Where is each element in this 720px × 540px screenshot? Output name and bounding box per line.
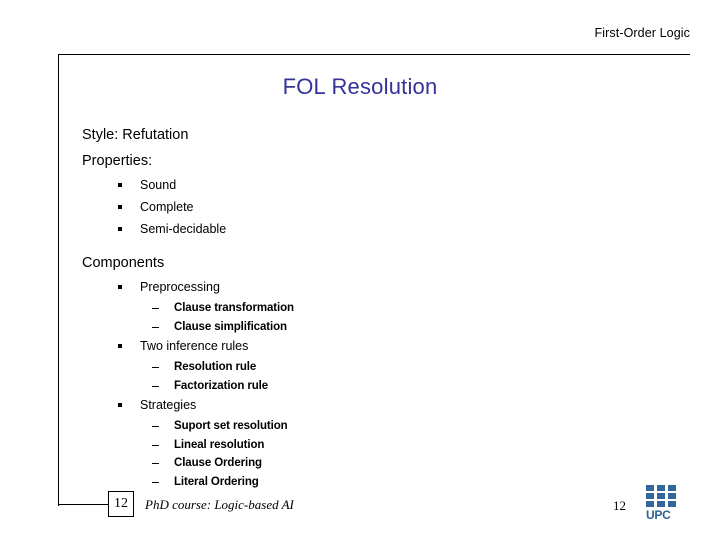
sub-list-item-label: Factorization rule [174,379,269,392]
sub-list-item: Literal Ordering [82,475,642,489]
list-item-label: Sound [140,178,177,192]
sub-list-item-label: Clause simplification [174,320,287,333]
properties-heading: Properties: [82,152,153,169]
sub-list-item: Suport set resolution [82,420,642,433]
square-bullet-icon [118,227,122,231]
sub-list-item: Clause transformation [82,302,642,315]
list-item-label: Preprocessing [140,280,220,294]
square-bullet-icon [118,403,122,407]
sub-list-item-label: Lineal resolution [174,438,265,451]
sub-list-item-label: Clause Ordering [174,457,262,469]
list-item: Strategies [82,399,642,412]
list-item-label: Complete [140,200,194,214]
dash-bullet-icon [152,367,159,368]
sub-list-item-label: Resolution rule [174,361,257,373]
sub-list-item-label: Suport set resolution [174,420,288,432]
list-item: Sound [82,179,642,192]
sub-list-item: Resolution rule [82,361,642,374]
dash-bullet-icon [152,481,159,483]
sub-list-item: Clause simplification [82,320,642,334]
list-item: Complete [82,201,642,214]
sub-list-item-label: Clause transformation [174,302,294,314]
components-heading: Components [82,254,165,271]
page-title: FOL Resolution [282,74,438,99]
style-line: Style: Refutation [82,127,189,143]
list-item-label: Two inference rules [140,339,249,353]
upc-dot-grid-icon [646,485,676,507]
square-bullet-icon [118,205,122,209]
dash-bullet-icon [152,426,159,427]
footer-course-title: PhD course: Logic-based AI [145,497,294,512]
slide-header-title: First-Order Logic [594,26,690,40]
list-item-label: Semi-decidable [140,222,227,236]
dash-bullet-icon [152,463,159,464]
footer-page-number: 12 [613,498,626,513]
dash-bullet-icon [152,444,159,446]
upc-logo-text: UPC [646,508,671,522]
slide-canvas: First-Order Logic FOL Resolution Style: … [0,0,720,540]
sub-list-item: Lineal resolution [82,438,642,452]
square-bullet-icon [118,344,122,348]
frame-left-border [58,54,59,506]
square-bullet-icon [118,183,122,187]
slide-body: Style: Refutation Properties: Sound Comp… [82,128,642,495]
sub-list-item: Clause Ordering [82,457,642,470]
list-item-label: Strategies [140,398,197,412]
list-item: Semi-decidable [82,223,642,236]
dash-bullet-icon [152,385,159,387]
upc-logo: UPC [646,485,686,527]
dash-bullet-icon [152,308,159,309]
dash-bullet-icon [152,326,159,328]
square-bullet-icon [118,285,122,289]
list-item: Preprocessing [82,281,642,294]
header-divider-rule [58,54,690,55]
sub-list-item-label: Literal Ordering [174,475,259,488]
sub-list-item: Factorization rule [82,379,642,393]
list-item: Two inference rules [82,340,642,353]
slide-number-box: 12 [108,491,134,517]
frame-bottom-border [58,504,109,505]
